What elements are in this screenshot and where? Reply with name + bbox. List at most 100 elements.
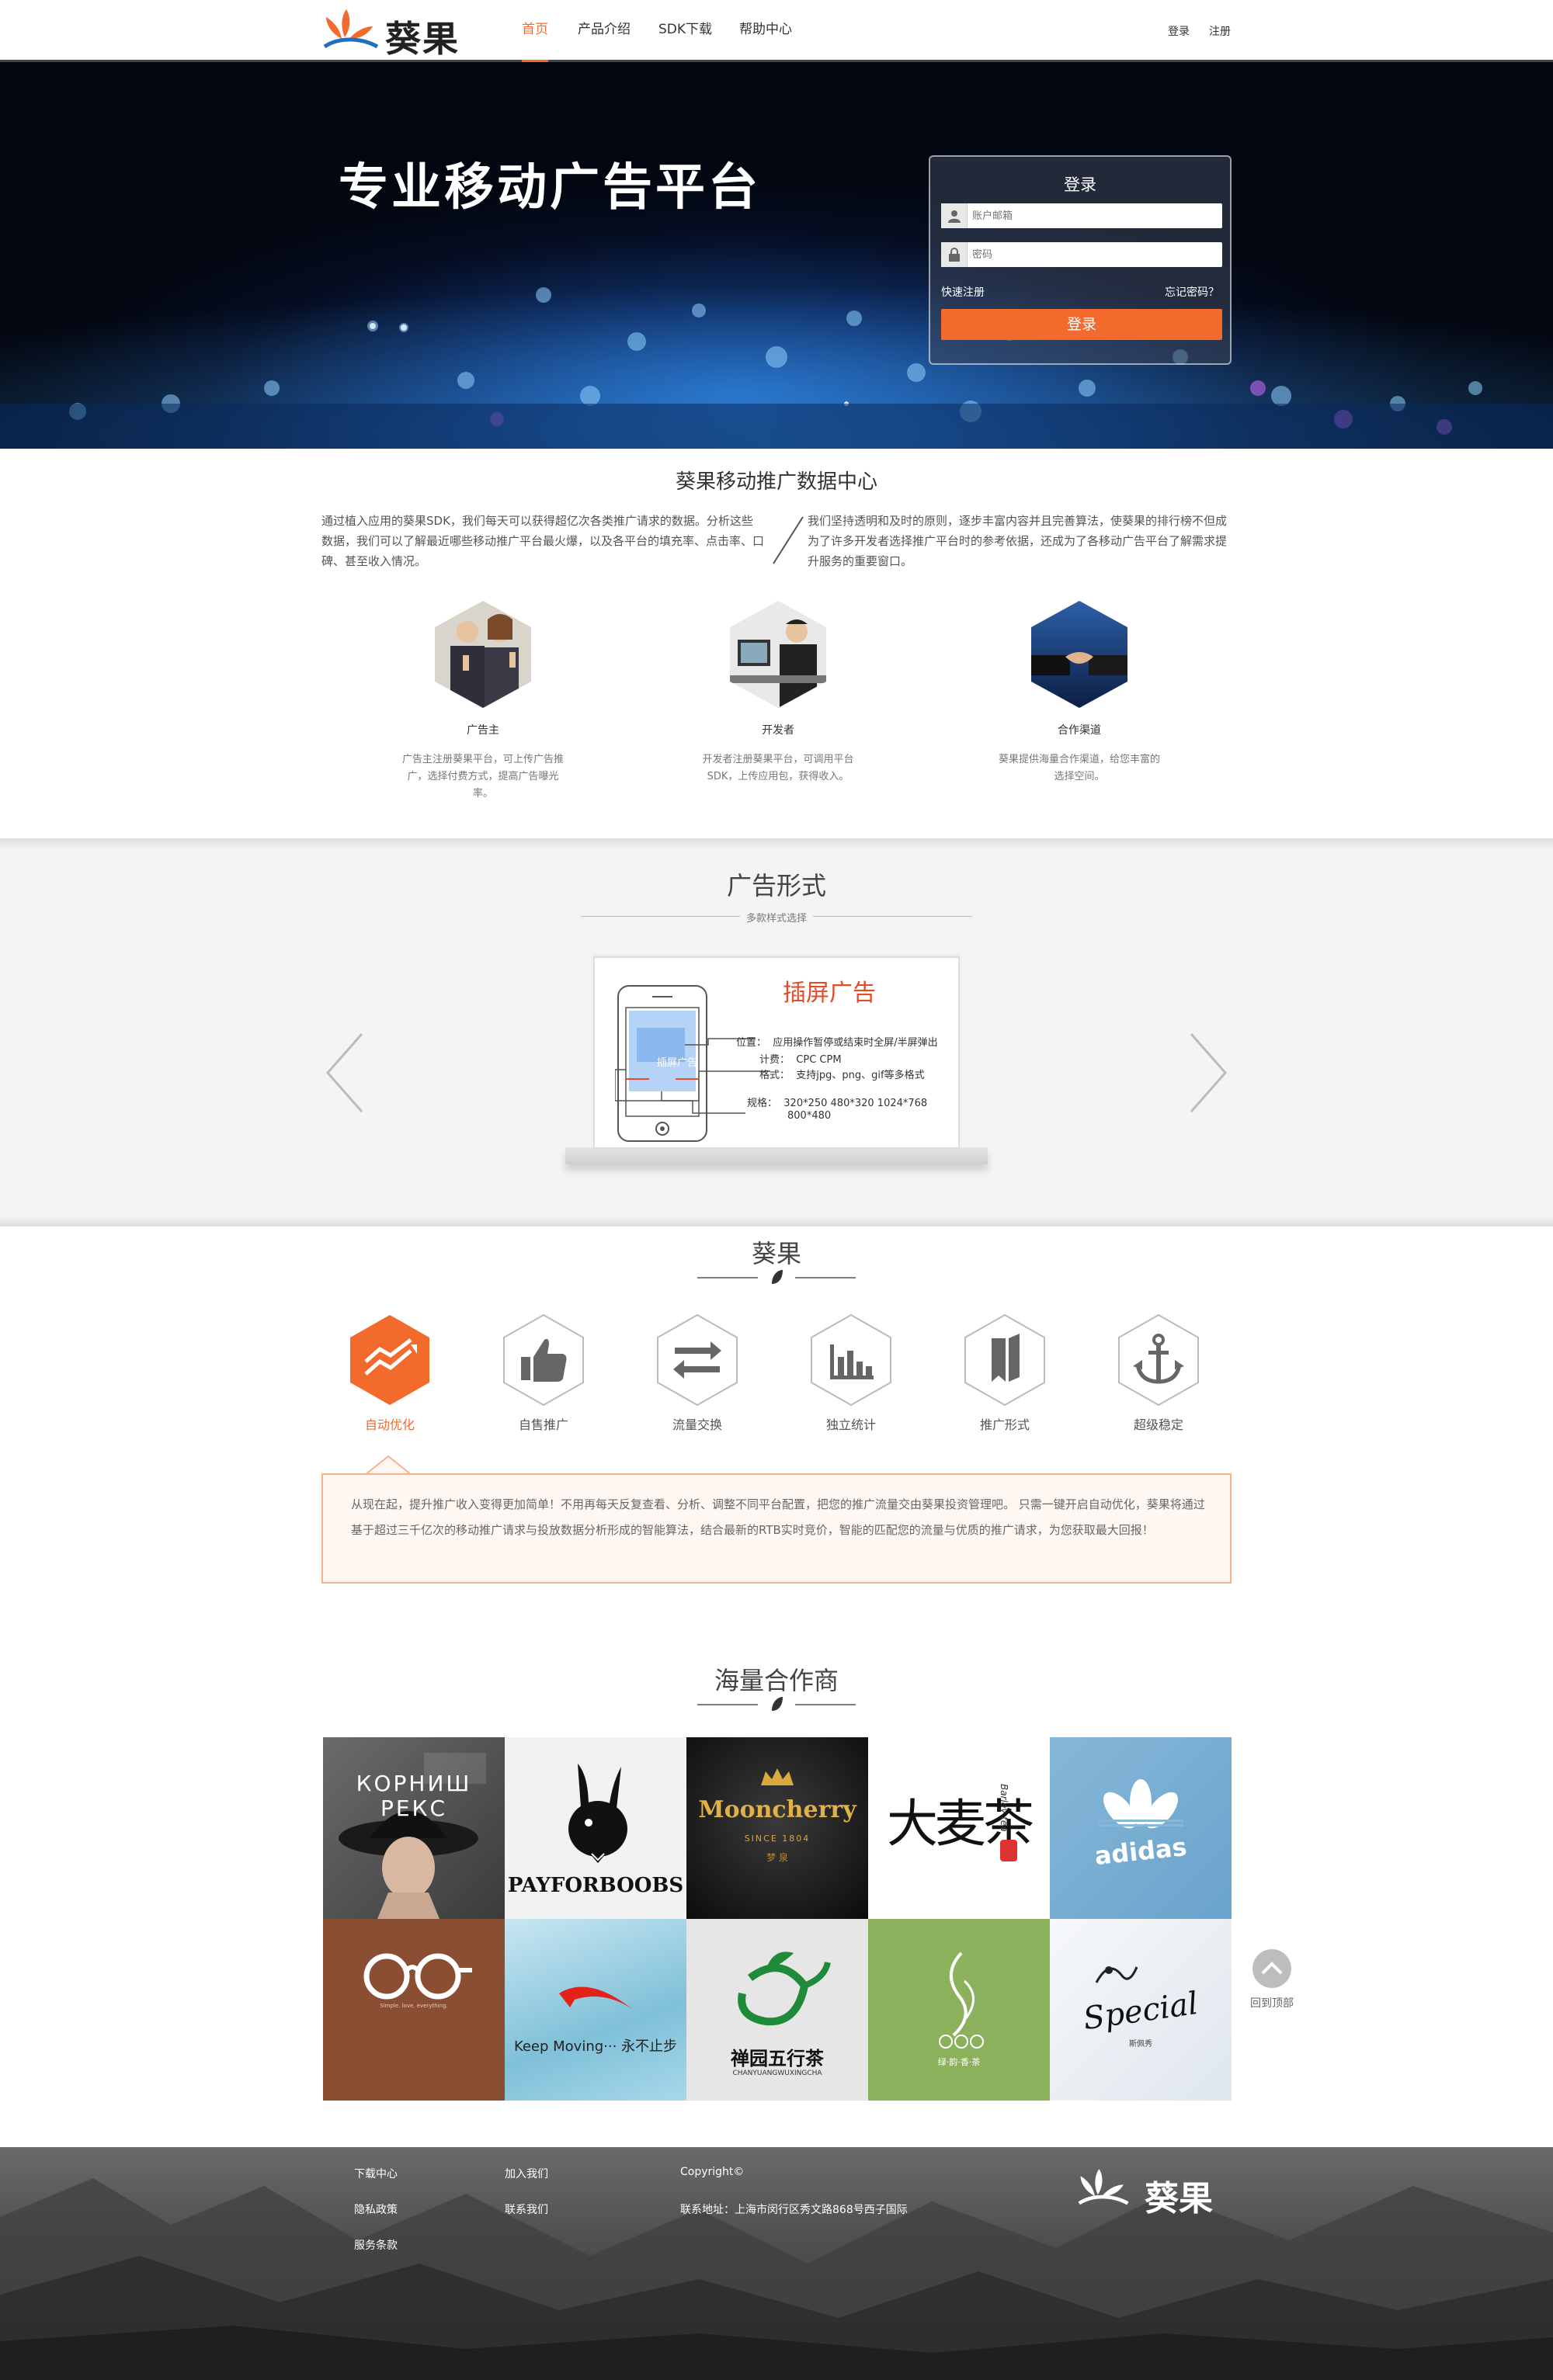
ad-format-row: 格式： 支持jpg、png、gif等多格式 [759,1070,925,1081]
bokeh-background [0,217,1553,449]
ad-format-section: 广告形式 多款样式选择 插屏广告 插屏广告 位置： 应用操作暂停或结束时全屏/半… [0,838,1553,1226]
arrow-up-icon [1252,1949,1291,1988]
anchor-icon [1118,1313,1199,1407]
lock-icon [941,242,968,267]
nav-sdk-download[interactable]: SDK下载 [658,20,712,62]
teapot-logo-icon [738,1952,831,2026]
partner-name: adidas [1093,1831,1189,1872]
feature-label: 推广形式 [979,1417,1030,1432]
feature-promotion-format[interactable]: 推广形式 [943,1313,1067,1433]
bar-chart-icon [811,1313,891,1407]
interstitial-ad-card[interactable]: 插屏广告 插屏广告 位置： 应用操作暂停或结束时全屏/半屏弹出 计费： CPC … [593,956,960,1149]
exchange-arrows-icon [657,1313,738,1407]
partner-special[interactable]: Special 斯佩秀 [1050,1919,1232,2101]
nav-help-center[interactable]: 帮助中心 [739,20,792,62]
carousel-prev-arrow[interactable] [325,1032,365,1113]
partner-glasses[interactable]: Simple. love. everything. [323,1919,505,2101]
footer-join-us[interactable]: 加入我们 [505,2166,548,2181]
footer-privacy-policy[interactable]: 隐私政策 [354,2201,398,2217]
handshake-photo [1031,601,1127,708]
bookmark-icon [964,1313,1045,1407]
partner-green-tea[interactable]: 绿·韵·香·茶 [868,1919,1050,2101]
leaf-divider [697,1270,856,1284]
feature-traffic-exchange[interactable]: 流量交换 [635,1313,759,1433]
header-register-link[interactable]: 注册 [1209,23,1231,39]
nav-products[interactable]: 产品介绍 [578,20,631,62]
partner-name: Mooncherry [698,1796,856,1823]
partner-anta[interactable]: Keep Moving··· 永不止步 [505,1919,686,2101]
back-to-top-button[interactable]: 回到顶部 [1246,1948,1298,2011]
thumbs-up-icon [503,1313,584,1407]
quick-register-link[interactable]: 快速注册 [941,284,985,300]
partner-chanyuan-tea[interactable]: 禅园五行茶 CHANYUANGWUXINGCHA [686,1919,868,2101]
partner-name: Special [1081,1985,1200,2038]
ad-spec-row: 规格： 320*250 480*320 1024*768 [747,1098,928,1109]
card-base [565,1147,988,1164]
partner-adidas[interactable]: adidas [1050,1737,1232,1919]
role-developer-name: 开发者 [762,724,794,737]
partner-sub: Barley tea [999,1784,1009,1832]
trending-up-icon [350,1315,429,1405]
password-input[interactable] [972,245,1213,264]
feature-description-box: 从现在起，提升推广收入变得更加简单！不用再每天反复查看、分析、调整不同平台配置，… [321,1473,1232,1584]
phone-screen-label: 插屏广告 [657,1057,698,1069]
feature-independent-stats[interactable]: 独立统计 [789,1313,913,1433]
footer-copyright: Copyright© [680,2166,745,2178]
slash-divider [773,516,804,564]
features-title: 葵果 [751,1239,801,1268]
section-shadow [0,838,1553,849]
role-advertiser-desc: 广告主注册葵果平台，可上传广告推广，选择付费方式，提高广告曝光率。 [401,754,564,800]
feature-box-pointer [365,1455,412,1475]
partners-title: 海量合作商 [714,1666,839,1695]
footer-address: 联系地址：上海市闵行区秀文路868号西子国际 [680,2204,908,2216]
forgot-password-link[interactable]: 忘记密码？ [1165,284,1219,300]
carousel-next-arrow[interactable] [1188,1032,1228,1113]
leaf-divider [697,1697,856,1711]
woman-hat-photo [339,1753,486,1919]
email-field[interactable] [941,203,1222,228]
section-shadow-bottom [0,1216,1553,1226]
crown-icon [761,1768,794,1785]
footer-terms-of-service[interactable]: 服务条款 [354,2237,398,2253]
footer-logo: 葵果 [1076,2163,1224,2219]
partner-sub: SINCE 1804 [744,1834,811,1844]
data-center-left-text: 通过植入应用的葵果SDK，我们每天可以获得超亿次各类推广请求的数据。分析这些数据… [321,514,765,568]
partner-mooncherry[interactable]: Mooncherry SINCE 1804 梦 泉 [686,1737,868,1919]
feature-self-promotion[interactable]: 自售推广 [481,1313,606,1433]
top-header: 葵果 首页 产品介绍 SDK下载 帮助中心 登录 注册 [0,0,1553,62]
partner-name: 大麦茶 [887,1794,1034,1854]
login-panel: 登录 快速注册 忘记密码？ 登录 [929,155,1232,365]
role-developer-desc: 开发者注册葵果平台，可调用平台SDK，上传应用包，获得收入。 [702,754,854,782]
role-advertiser-name: 广告主 [467,724,499,737]
ad-billing-row: 计费： CPC CPM [759,1054,842,1066]
footer-contact-us[interactable]: 联系我们 [505,2201,548,2217]
partner-name: PAYFORBOOBS [507,1874,684,1897]
header-login-link[interactable]: 登录 [1168,23,1190,39]
data-center-right-text: 我们坚持透明和及时的原则，逐步丰富内容并且完善算法，使葵果的排行榜不但成为了许多… [808,514,1228,568]
site-logo[interactable]: 葵果 [321,5,461,60]
mountain-background [0,2178,1553,2380]
email-input[interactable] [972,206,1213,225]
hero-title: 专业移动广告平台 [339,159,761,217]
login-button[interactable]: 登录 [941,309,1222,340]
flourish-icon [1095,1966,1138,1983]
feature-label: 流量交换 [672,1417,722,1432]
feature-auto-optimize[interactable]: 自动优化 [328,1313,452,1433]
footer-download-center[interactable]: 下载中心 [354,2166,398,2181]
partner-name: Keep Moving··· 永不止步 [513,2038,678,2055]
partner-sub: Simple. love. everything. [380,2003,448,2009]
partner-payforboobs[interactable]: PAYFORBOOBS [505,1737,686,1919]
glasses-logo-icon [363,1953,472,2000]
ad-format-subtitle: 多款样式选择 [0,910,1553,925]
partner-kornish-reks[interactable]: КОРНИШ РЕКС [323,1737,505,1919]
feature-description-text: 从现在起，提升推广收入变得更加简单！不用再每天反复查看、分析、调整不同平台配置，… [351,1497,1205,1537]
nav-home[interactable]: 首页 [522,20,548,62]
role-partner-channel: 合作渠道 葵果提供海量合作渠道，给您丰富的选择空间。 [963,601,1196,786]
partner-barley-tea[interactable]: 大麦茶 Barley tea [868,1737,1050,1919]
password-field[interactable] [941,242,1222,267]
feature-super-stable[interactable]: 超级稳定 [1096,1313,1221,1433]
trefoil-logo-icon [1098,1779,1183,1829]
red-seal-stamp [1000,1840,1017,1861]
partner-name: 禅园五行茶 [731,2048,824,2069]
partner-sub: CHANYUANGWUXINGCHA [732,2069,822,2077]
